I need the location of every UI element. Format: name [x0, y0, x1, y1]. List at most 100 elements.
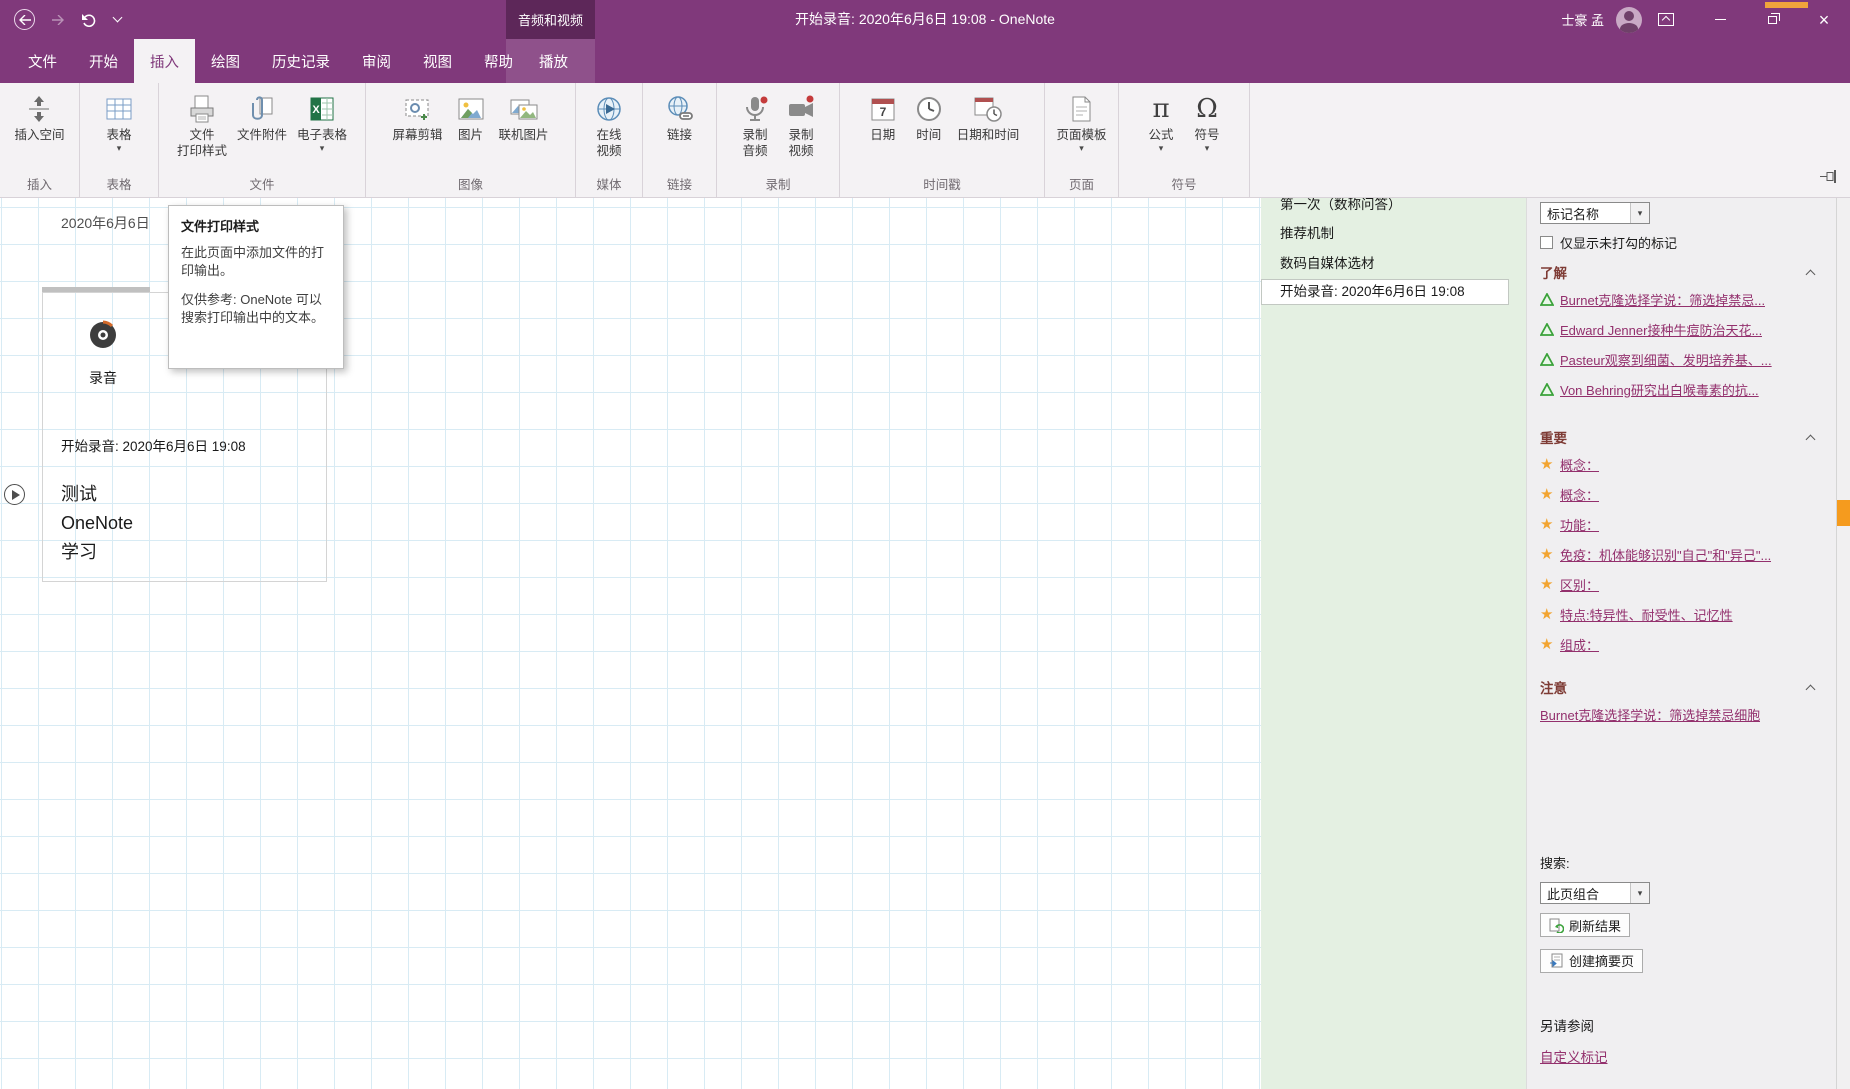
tab-help[interactable]: 帮助: [468, 39, 529, 83]
tag-item[interactable]: Pasteur观察到细菌、发明培养基、...: [1540, 344, 1822, 374]
spreadsheet-button[interactable]: X 电子表格 ▾: [293, 87, 351, 155]
record-video-button[interactable]: 录制 视频: [779, 87, 823, 163]
tag-item[interactable]: Edward Jenner接种牛痘防治天花...: [1540, 314, 1822, 344]
tag-section-learn[interactable]: 了解: [1540, 264, 1822, 284]
table-icon: [104, 90, 134, 127]
tag-link[interactable]: 概念：: [1560, 455, 1599, 474]
maximize-button[interactable]: [1746, 0, 1798, 39]
tag-link[interactable]: Von Behring研究出白喉毒素的抗...: [1560, 380, 1759, 399]
scrollbar[interactable]: [1836, 198, 1850, 1089]
pictures-button[interactable]: 图片: [449, 87, 493, 146]
insert-space-button[interactable]: 插入空间: [10, 87, 68, 146]
window-title: 开始录音: 2020年6月6日 19:08 - OneNote: [795, 11, 1055, 27]
tab-view[interactable]: 视图: [407, 39, 468, 83]
record-audio-button[interactable]: 录制 音频: [733, 87, 777, 163]
ribbon-group-label: 时间戳: [923, 178, 961, 192]
quick-access-toolbar: [0, 0, 123, 39]
close-button[interactable]: ×: [1798, 0, 1850, 39]
page-date: 2020年6月6日: [61, 215, 150, 231]
back-button[interactable]: [14, 9, 35, 30]
tag-link[interactable]: 免疫：机体能够识别"自己"和"异己"...: [1560, 545, 1771, 564]
unchecked-only-checkbox[interactable]: [1540, 235, 1553, 249]
tag-link[interactable]: 组成：: [1560, 635, 1599, 654]
page-list-item-selected[interactable]: 开始录音: 2020年6月6日 19:08: [1261, 279, 1509, 305]
undo-button[interactable]: [81, 13, 97, 27]
page-template-icon: [1066, 90, 1096, 127]
tag-link[interactable]: 特点:特异性、耐受性、记忆性: [1560, 605, 1733, 624]
ribbon-display-options-icon[interactable]: [1658, 13, 1674, 26]
user-name[interactable]: 士豪 孟: [1561, 10, 1604, 29]
date-button[interactable]: 7 日期: [861, 87, 905, 146]
tab-playback[interactable]: 播放: [523, 39, 584, 83]
file-attachment-button[interactable]: 文件附件: [233, 87, 291, 146]
pin-ribbon-icon[interactable]: [1820, 170, 1840, 188]
play-audio-button[interactable]: [4, 484, 25, 505]
online-pictures-icon: [509, 90, 539, 127]
note-line[interactable]: 测试: [61, 480, 133, 509]
forward-button[interactable]: [52, 14, 64, 25]
tag-link[interactable]: Edward Jenner接种牛痘防治天花...: [1560, 320, 1762, 339]
time-button[interactable]: 时间: [907, 87, 951, 146]
avatar[interactable]: [1616, 6, 1642, 33]
tag-link[interactable]: 概念：: [1560, 485, 1599, 504]
tab-review[interactable]: 审阅: [346, 39, 407, 83]
date-icon: 7: [868, 90, 898, 127]
page-templates-button[interactable]: 页面模板 ▾: [1052, 87, 1110, 155]
audio-recording-icon[interactable]: [85, 317, 121, 358]
tag-item[interactable]: ★ 特点:特异性、耐受性、记忆性: [1540, 599, 1822, 629]
date-and-time-button[interactable]: 日期和时间: [953, 87, 1024, 146]
table-button[interactable]: 表格 ▾: [97, 87, 141, 155]
tag-item[interactable]: ★ 免疫：机体能够识别"自己"和"异己"...: [1540, 539, 1822, 569]
tag-item[interactable]: Burnet克隆选择学说：筛选掉禁忌...: [1540, 284, 1822, 314]
contextual-tab-group-header: 音频和视频: [506, 0, 595, 39]
tag-link[interactable]: Burnet克隆选择学说：筛选掉禁忌细胞: [1540, 705, 1760, 724]
refresh-results-button[interactable]: 刷新结果: [1540, 913, 1631, 937]
online-pictures-button[interactable]: 联机图片: [495, 87, 553, 146]
dropdown-arrow-icon: ▾: [319, 143, 325, 154]
tag-item[interactable]: ★ 功能：: [1540, 509, 1822, 539]
tag-item[interactable]: ★ 概念：: [1540, 449, 1822, 479]
equation-button[interactable]: π 公式 ▾: [1139, 87, 1183, 155]
tag-item[interactable]: ★ 区别：: [1540, 569, 1822, 599]
tag-link[interactable]: 功能：: [1560, 515, 1599, 534]
tag-link[interactable]: Burnet克隆选择学说：筛选掉禁忌...: [1560, 290, 1765, 309]
customize-qat-button[interactable]: [112, 12, 123, 23]
tag-group-dropdown[interactable]: 标记名称 ▾: [1540, 202, 1650, 224]
online-video-button[interactable]: 在线 视频: [587, 87, 631, 163]
tab-history[interactable]: 历史记录: [256, 39, 346, 83]
note-line[interactable]: 学习: [61, 538, 133, 567]
screen-clipping-button[interactable]: 屏幕剪辑: [388, 87, 446, 146]
tag-item[interactable]: Burnet克隆选择学说：筛选掉禁忌细胞: [1540, 699, 1822, 729]
minimize-button[interactable]: [1694, 0, 1746, 39]
tag-item[interactable]: ★ 组成：: [1540, 629, 1822, 659]
tag-link[interactable]: Pasteur观察到细菌、发明培养基、...: [1560, 350, 1772, 369]
tag-section-note[interactable]: 注意: [1540, 679, 1822, 699]
page-list-item[interactable]: 第一次（数称问答）: [1261, 198, 1526, 219]
tab-home[interactable]: 开始: [73, 39, 134, 83]
customize-tags-link[interactable]: 自定义标记: [1540, 1046, 1608, 1066]
star-tag-icon: ★: [1540, 605, 1554, 623]
tab-insert[interactable]: 插入: [134, 39, 195, 83]
tag-item[interactable]: Von Behring研究出白喉毒素的抗...: [1540, 374, 1822, 404]
pictures-icon: [456, 90, 486, 127]
tab-file[interactable]: 文件: [12, 39, 73, 83]
page-list-item[interactable]: 数码自媒体选材: [1261, 249, 1526, 279]
page-list-item[interactable]: 推荐机制: [1261, 219, 1526, 249]
star-tag-icon: ★: [1540, 515, 1554, 533]
link-button[interactable]: 链接: [658, 87, 702, 146]
page-canvas[interactable]: 2020年6月6日 录音 开始录音: 2020年6月6日 19:08 测试 On…: [0, 198, 1261, 1089]
create-summary-page-button[interactable]: 创建摘要页: [1540, 948, 1644, 973]
note-line[interactable]: OneNote: [61, 509, 133, 538]
close-icon: ×: [1818, 9, 1830, 30]
search-scope-dropdown[interactable]: 此页组合 ▾: [1540, 882, 1650, 904]
tag-item[interactable]: ★ 概念：: [1540, 479, 1822, 509]
tab-draw[interactable]: 绘图: [195, 39, 256, 83]
tag-link[interactable]: 区别：: [1560, 575, 1599, 594]
ribbon-group-files: 文件 打印样式 文件附件 X 电子表格 ▾ 文件: [159, 83, 366, 197]
scrollbar-marker[interactable]: [1837, 500, 1850, 526]
dropdown-arrow-icon: ▾: [1204, 143, 1210, 154]
file-printout-button[interactable]: 文件 打印样式: [173, 87, 231, 163]
note-text[interactable]: 测试 OneNote 学习: [61, 480, 133, 567]
symbol-button[interactable]: Ω 符号 ▾: [1185, 87, 1229, 155]
tag-section-important[interactable]: 重要: [1540, 429, 1822, 449]
